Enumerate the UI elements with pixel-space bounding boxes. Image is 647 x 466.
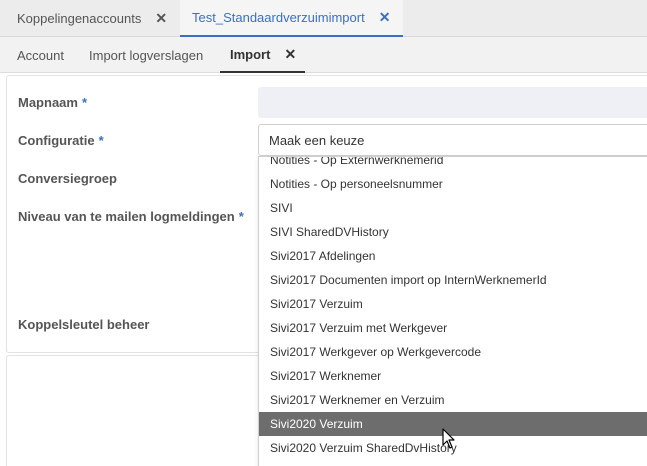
label-text: Conversiegroep [18, 171, 117, 186]
top-tab-bar: Koppelingenaccounts ✕ Test_Standaardverz… [0, 0, 647, 37]
label-text: Koppelsleutel beheer [18, 317, 150, 332]
tab-label: Koppelingenaccounts [17, 11, 142, 26]
tab-label: Import [230, 46, 271, 62]
dropdown-option[interactable]: Sivi2017 Werkgever op Werkgevercode [259, 340, 647, 364]
configuratie-select[interactable]: Maak een keuze [258, 124, 647, 156]
tab-label: Account [17, 47, 64, 63]
select-value: Maak een keuze [269, 132, 365, 148]
mapnaam-label: Mapnaam * [18, 95, 87, 110]
dropdown-option[interactable]: Sivi2017 Verzuim [259, 292, 647, 316]
koppelsleutel-label: Koppelsleutel beheer [18, 317, 149, 332]
dropdown-option[interactable]: Notities - Op Externwerknemerid [259, 157, 647, 172]
dropdown-option[interactable]: SIVI SharedDVHistory [259, 220, 647, 244]
tab-import[interactable]: Import ✕ [220, 37, 305, 73]
label-text: Configuratie [18, 133, 95, 148]
dropdown-option[interactable]: Sivi2017 Werknemer en Verzuim [259, 388, 647, 412]
dropdown-option[interactable]: Sivi2017 Afdelingen [259, 244, 647, 268]
close-icon[interactable]: ✕ [379, 9, 391, 26]
configuratie-label: Configuratie * [18, 133, 104, 148]
tab-koppelingenaccounts[interactable]: Koppelingenaccounts ✕ [17, 0, 167, 37]
label-text: Mapnaam [18, 95, 78, 110]
sub-tab-bar: Account Import logverslagen Import ✕ [0, 37, 647, 73]
required-marker: * [81, 95, 88, 110]
conversiegroep-label: Conversiegroep [18, 171, 117, 186]
tab-import-logverslagen[interactable]: Import logverslagen [89, 37, 203, 73]
dropdown-option[interactable]: SIVI [259, 196, 647, 220]
dropdown-option[interactable]: Sivi2017 Werknemer [259, 364, 647, 388]
dropdown-option[interactable]: Notities - Op personeelsnummer [259, 172, 647, 196]
dropdown-option[interactable]: Sivi2017 Documenten import op InternWerk… [259, 268, 647, 292]
mapnaam-input[interactable] [258, 87, 647, 118]
tab-label: Import logverslagen [89, 47, 204, 63]
tab-account[interactable]: Account [17, 37, 64, 73]
tab-test-standaardverzuimimport[interactable]: Test_Standaardverzuimimport ✕ [180, 0, 403, 37]
label-text: Niveau van te mailen logmeldingen [18, 209, 235, 224]
close-icon[interactable]: ✕ [155, 10, 167, 27]
tab-label: Test_Standaardverzuimimport [192, 10, 365, 25]
close-icon[interactable]: ✕ [284, 46, 296, 63]
configuratie-dropdown-list[interactable]: Notities - Op Externwerknemerid Notities… [258, 156, 647, 466]
required-marker: * [238, 209, 244, 224]
niveau-label: Niveau van te mailen logmeldingen * [18, 209, 244, 224]
mouse-cursor-icon [442, 428, 455, 449]
required-marker: * [98, 133, 104, 148]
dropdown-option[interactable]: Sivi2017 Verzuim met Werkgever [259, 316, 647, 340]
